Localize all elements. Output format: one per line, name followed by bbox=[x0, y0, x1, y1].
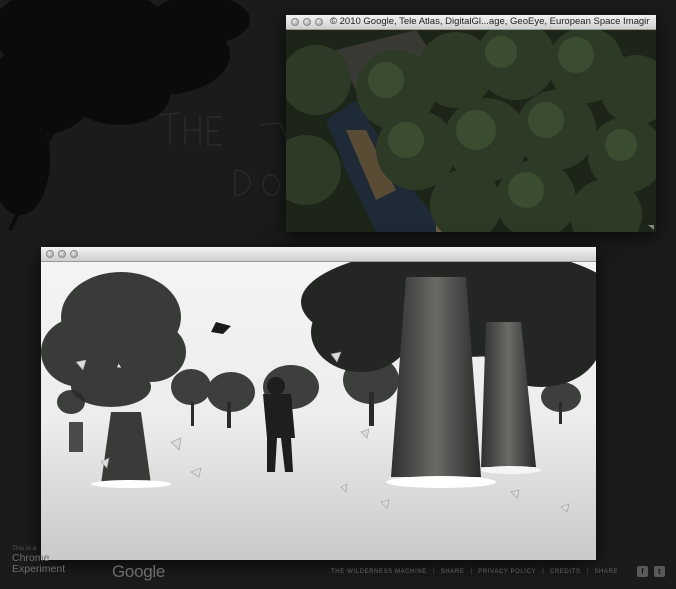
zoom-button[interactable] bbox=[315, 17, 323, 26]
scene-window-titlebar[interactable] bbox=[41, 247, 596, 262]
link-share-social[interactable]: Share bbox=[594, 569, 618, 575]
zoom-button[interactable] bbox=[70, 249, 78, 258]
link-share[interactable]: Share bbox=[441, 569, 465, 575]
map-window-title: © 2010 Google, Tele Atlas, DigitalGl...a… bbox=[330, 16, 650, 27]
link-privacy-policy[interactable]: Privacy Policy bbox=[478, 569, 536, 575]
link-separator: | bbox=[432, 568, 435, 575]
close-button[interactable] bbox=[291, 17, 299, 26]
satellite-map-view[interactable] bbox=[286, 30, 656, 232]
map-window[interactable]: © 2010 Google, Tele Atlas, DigitalGl...a… bbox=[286, 15, 656, 232]
link-separator: | bbox=[586, 568, 589, 575]
link-separator: | bbox=[470, 568, 473, 575]
link-separator: | bbox=[542, 568, 544, 575]
badge-experiment: Experiment bbox=[12, 563, 66, 575]
chrome-experiment-badge[interactable]: This is a Chrome Experiment bbox=[12, 545, 65, 575]
scene-window[interactable] bbox=[41, 247, 596, 560]
close-button[interactable] bbox=[46, 249, 54, 258]
facebook-icon[interactable]: f bbox=[637, 566, 648, 577]
minimize-button[interactable] bbox=[303, 17, 311, 26]
google-logo[interactable]: Google bbox=[112, 562, 165, 582]
background-handwriting bbox=[159, 112, 291, 196]
forest-scene-view[interactable] bbox=[41, 262, 596, 560]
link-wilderness-machine[interactable]: The Wilderness Machine bbox=[331, 569, 427, 575]
map-window-titlebar[interactable]: © 2010 Google, Tele Atlas, DigitalGl...a… bbox=[286, 15, 656, 30]
link-credits[interactable]: Credits bbox=[550, 569, 581, 575]
twitter-icon[interactable]: t bbox=[654, 566, 665, 577]
minimize-button[interactable] bbox=[58, 249, 66, 258]
footer-links: The Wilderness Machine | Share | Privacy… bbox=[331, 568, 618, 575]
